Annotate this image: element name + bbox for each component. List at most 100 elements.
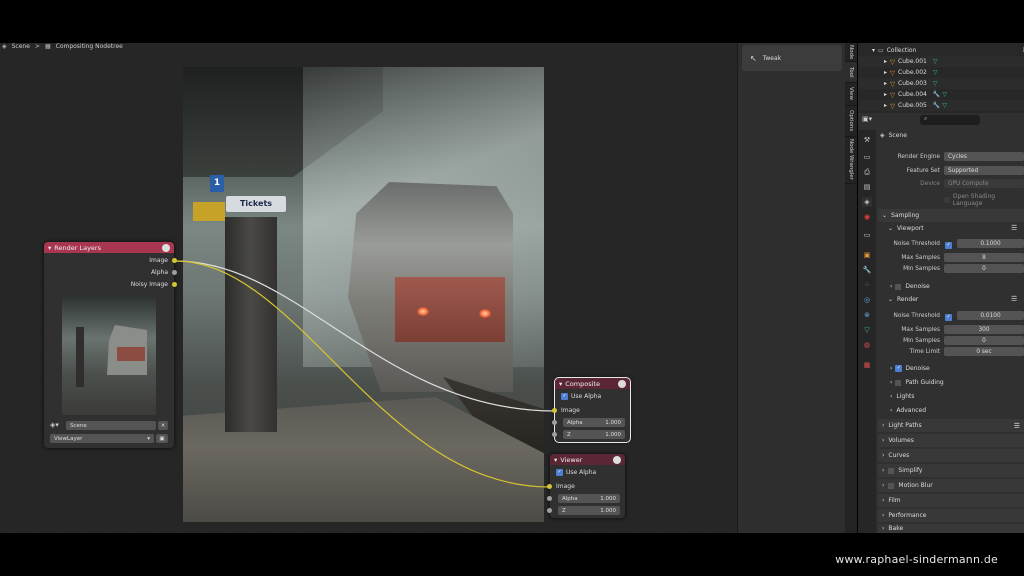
output-image-socket[interactable]: [172, 258, 177, 263]
tab-options[interactable]: Options: [845, 106, 857, 137]
scene-tab-icon[interactable]: ◈: [862, 197, 872, 207]
output-noisy-image-socket[interactable]: [172, 282, 177, 287]
r-max-field[interactable]: 300: [944, 325, 1024, 334]
checkbox-checked-icon[interactable]: ✓: [895, 365, 903, 372]
scene-field[interactable]: Scene: [66, 421, 156, 430]
collapse-arrow-icon[interactable]: ▾: [554, 456, 557, 464]
physics-tab-icon[interactable]: ◎: [862, 295, 872, 305]
tool-tab-icon[interactable]: ⚒: [862, 135, 872, 145]
collection-tab-icon[interactable]: ▭: [862, 230, 872, 240]
checkbox-unchecked-icon[interactable]: [944, 197, 950, 203]
clear-scene-button[interactable]: ✕: [158, 421, 168, 430]
outliner-row[interactable]: ▸▽ Cube.001 ▽ 👁: [858, 56, 1024, 67]
composite-node[interactable]: ▾ Composite ✓ Use Alpha Image Alpha 1.00…: [552, 377, 631, 443]
render-tab-icon[interactable]: ▭: [862, 152, 872, 162]
volumes-panel-header[interactable]: › Volumes: [878, 434, 1024, 447]
particles-tab-icon[interactable]: ⁘: [862, 280, 872, 290]
chevron-right-icon[interactable]: ▸: [884, 69, 887, 76]
render-subpanel-header[interactable]: ⌄ Render: [888, 296, 918, 303]
outliner-collection-row[interactable]: ▾ ▭ Collection ☑ 👁: [858, 45, 1024, 56]
composite-alpha-socket[interactable]: [552, 420, 557, 425]
presets-list-icon[interactable]: ☰: [1011, 224, 1017, 232]
checkbox-unchecked-icon[interactable]: [888, 482, 895, 489]
tab-view[interactable]: View: [845, 83, 857, 106]
bake-panel-header[interactable]: › Bake: [878, 524, 1024, 533]
vp-min-field[interactable]: 0: [944, 264, 1024, 273]
vp-denoise-subpanel[interactable]: › Denoise: [890, 283, 930, 290]
composite-alpha-field[interactable]: Alpha 1.000: [563, 418, 625, 427]
composite-use-alpha[interactable]: ✓ Use Alpha: [561, 393, 601, 400]
checkbox-checked-icon[interactable]: ✓: [945, 314, 952, 321]
light-paths-panel-header[interactable]: › Light Paths ☰: [878, 419, 1024, 432]
viewer-z-field[interactable]: Z 1.000: [558, 506, 620, 515]
film-panel-header[interactable]: › Film: [878, 494, 1024, 507]
r-noise-checkbox[interactable]: ✓: [945, 312, 955, 321]
viewer-image-socket[interactable]: [547, 484, 552, 489]
chevron-right-icon[interactable]: ▸: [884, 58, 887, 65]
render-engine-dropdown[interactable]: Cycles: [944, 152, 1024, 161]
checkbox-unchecked-icon[interactable]: [895, 379, 902, 386]
chevron-right-icon[interactable]: ▸: [884, 102, 887, 109]
osl-checkbox[interactable]: Open Shading Language: [944, 193, 1024, 207]
viewport-subpanel-header[interactable]: ⌄ Viewport: [888, 225, 924, 232]
properties-search-input[interactable]: ⌕: [920, 115, 980, 125]
checkbox-unchecked-icon[interactable]: [895, 283, 902, 290]
r-denoise-subpanel[interactable]: › ✓ Denoise: [890, 365, 930, 372]
output-tab-icon[interactable]: ⎙: [862, 167, 872, 177]
outliner-row[interactable]: ▸▽ Cube.002 ▽ 👁: [858, 67, 1024, 78]
checkbox-checked-icon[interactable]: ✓: [945, 242, 952, 249]
view-layer-dropdown[interactable]: ViewLayer ▾: [50, 434, 154, 443]
material-tab-icon[interactable]: ◍: [862, 340, 872, 350]
world-tab-icon[interactable]: ◉: [862, 212, 872, 222]
render-layers-header[interactable]: ▾ Render Layers: [44, 242, 174, 253]
viewer-alpha-socket[interactable]: [547, 496, 552, 501]
view-layer-tab-icon[interactable]: ▤: [862, 182, 872, 192]
outliner-row[interactable]: ▸▽ Cube.003 ▽ 👁: [858, 78, 1024, 89]
collapse-arrow-icon[interactable]: ▾: [559, 380, 562, 388]
scene-selector-icon[interactable]: ◈▾: [50, 421, 64, 430]
chevron-right-icon[interactable]: ▸: [884, 91, 887, 98]
r-time-field[interactable]: 0 sec: [944, 347, 1024, 356]
checkbox-unchecked-icon[interactable]: [888, 467, 895, 474]
viewer-alpha-field[interactable]: Alpha 1.000: [558, 494, 620, 503]
feature-set-dropdown[interactable]: Supported: [944, 166, 1024, 175]
texture-tab-icon[interactable]: ▦: [862, 360, 872, 370]
performance-panel-header[interactable]: › Performance: [878, 509, 1024, 522]
vp-max-field[interactable]: 8: [944, 253, 1024, 262]
data-tab-icon[interactable]: ▽: [862, 325, 872, 335]
viewer-use-alpha[interactable]: ✓ Use Alpha: [556, 469, 596, 476]
collapse-arrow-icon[interactable]: ▾: [48, 244, 51, 252]
r-noise-field[interactable]: 0.0100: [957, 311, 1024, 320]
outliner-row[interactable]: ▸▽ Cube.005 🔧 ▽ 👁: [858, 100, 1024, 111]
viewer-z-socket[interactable]: [547, 508, 552, 513]
chevron-down-icon[interactable]: ▾: [872, 47, 875, 54]
composite-image-socket[interactable]: [552, 408, 557, 413]
vp-noise-field[interactable]: 0.1000: [957, 239, 1024, 248]
render-button[interactable]: ▣: [156, 434, 168, 443]
sampling-panel-header[interactable]: ⌄ Sampling: [878, 209, 1024, 222]
presets-list-icon[interactable]: ☰: [1011, 295, 1017, 303]
editor-type-icon[interactable]: ▣▾: [862, 115, 880, 125]
tab-tool[interactable]: Tool: [845, 62, 857, 83]
tab-node-wrangler[interactable]: Node Wrangler: [845, 137, 857, 184]
viewer-header[interactable]: ▾ Viewer: [550, 454, 625, 465]
motion-blur-panel-header[interactable]: › Motion Blur: [878, 479, 1024, 492]
constraints-tab-icon[interactable]: ⊗: [862, 310, 872, 320]
device-dropdown[interactable]: GPU Compute: [944, 179, 1024, 188]
render-layers-node[interactable]: ▾ Render Layers Image Alpha Noisy Image …: [44, 242, 177, 448]
composite-header[interactable]: ▾ Composite: [555, 378, 630, 389]
modifier-tab-icon[interactable]: 🔧: [862, 265, 872, 275]
outliner-row[interactable]: ▸▽ Cube.004 🔧 ▽ 👁: [858, 89, 1024, 100]
chevron-right-icon[interactable]: ▸: [884, 80, 887, 87]
object-tab-icon[interactable]: ▣: [862, 250, 872, 260]
composite-z-socket[interactable]: [552, 432, 557, 437]
tab-node[interactable]: Node: [845, 43, 857, 62]
r-min-field[interactable]: 0: [944, 336, 1024, 345]
checkbox-checked-icon[interactable]: ✓: [556, 469, 563, 476]
presets-list-icon[interactable]: ☰: [1014, 422, 1020, 430]
simplify-panel-header[interactable]: › Simplify: [878, 464, 1024, 477]
checkbox-checked-icon[interactable]: ✓: [561, 393, 568, 400]
path-guiding-subpanel[interactable]: › Path Guiding: [890, 379, 944, 386]
viewer-node[interactable]: ▾ Viewer ✓ Use Alpha Image Alpha 1.000 Z…: [547, 454, 625, 518]
vp-noise-checkbox[interactable]: ✓: [945, 240, 955, 249]
